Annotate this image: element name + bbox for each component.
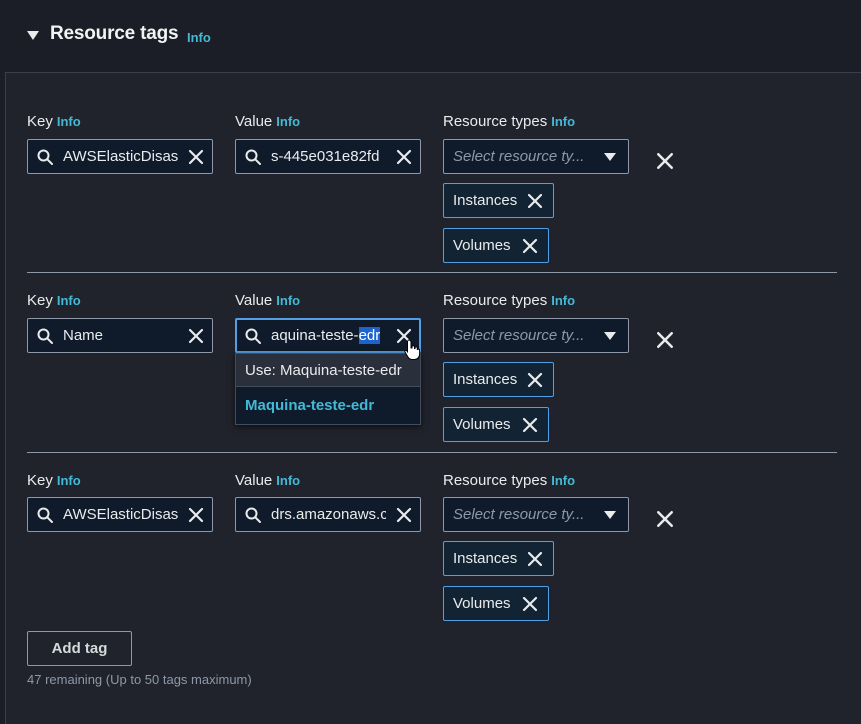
token-label: Volumes <box>453 595 511 612</box>
resource-types-info-link[interactable]: Info <box>551 293 575 308</box>
key-value: AWSElasticDisas <box>63 148 178 165</box>
search-icon <box>37 328 53 344</box>
value-info-link[interactable]: Info <box>276 114 300 129</box>
token-volumes: Volumes <box>443 586 549 621</box>
value-input-focused[interactable]: aquina-teste-edr <box>235 318 421 353</box>
search-icon <box>37 507 53 523</box>
clear-icon[interactable] <box>188 328 204 344</box>
select-placeholder: Select resource ty... <box>453 506 585 523</box>
value-info-link[interactable]: Info <box>276 473 300 488</box>
key-label: Key Info <box>27 472 81 489</box>
value-text: drs.amazonaws.c <box>271 506 386 523</box>
row-divider <box>27 272 837 273</box>
key-value: AWSElasticDisas <box>63 506 178 523</box>
value-label: Value Info <box>235 292 301 309</box>
suggestion-option[interactable]: Maquina-teste-edr <box>236 389 420 422</box>
dismiss-token-icon[interactable] <box>527 372 543 388</box>
dismiss-token-icon[interactable] <box>522 417 538 433</box>
caret-down-icon <box>604 511 616 519</box>
dismiss-token-icon[interactable] <box>527 551 543 567</box>
key-label: Key Info <box>27 113 81 130</box>
clear-icon[interactable] <box>396 149 412 165</box>
value-suggestions-dropdown: Use: Maquina-teste-edr Maquina-teste-edr <box>235 353 421 425</box>
value-input[interactable]: drs.amazonaws.c <box>235 497 421 532</box>
token-instances: Instances <box>443 362 554 397</box>
resource-types-select[interactable]: Select resource ty... <box>443 139 629 174</box>
token-volumes: Volumes <box>443 228 549 263</box>
dismiss-token-icon[interactable] <box>527 193 543 209</box>
collapse-caret-icon[interactable] <box>27 31 39 40</box>
caret-down-icon <box>604 153 616 161</box>
resource-types-select[interactable]: Select resource ty... <box>443 318 629 353</box>
key-label: Key Info <box>27 292 81 309</box>
search-icon <box>245 328 261 344</box>
key-info-link[interactable]: Info <box>57 293 81 308</box>
remaining-tags-text: 47 remaining (Up to 50 tags maximum) <box>27 672 252 687</box>
resource-types-label: Resource types Info <box>443 113 576 130</box>
key-input[interactable]: AWSElasticDisas <box>27 139 213 174</box>
search-icon <box>245 507 261 523</box>
key-input[interactable]: Name <box>27 318 213 353</box>
resource-tags-panel <box>5 0 861 724</box>
clear-icon[interactable] <box>188 507 204 523</box>
token-volumes: Volumes <box>443 407 549 442</box>
token-label: Volumes <box>453 237 511 254</box>
key-value: Name <box>63 327 104 344</box>
value-text-prefix: aquina-teste- <box>271 327 359 344</box>
value-text: s-445e031e82fd <box>271 148 380 165</box>
dismiss-token-icon[interactable] <box>522 596 538 612</box>
caret-down-icon <box>604 332 616 340</box>
clear-icon[interactable] <box>396 507 412 523</box>
resource-types-select[interactable]: Select resource ty... <box>443 497 629 532</box>
resource-types-label: Resource types Info <box>443 292 576 309</box>
value-text: aquina-teste-edr <box>271 327 387 344</box>
search-icon <box>37 149 53 165</box>
clear-icon[interactable] <box>188 149 204 165</box>
hand-pointer-icon <box>404 339 420 360</box>
token-instances: Instances <box>443 183 554 218</box>
section-info-link[interactable]: Info <box>187 30 211 45</box>
value-info-link[interactable]: Info <box>276 293 300 308</box>
remove-tag-icon[interactable] <box>656 152 674 170</box>
dismiss-token-icon[interactable] <box>522 238 538 254</box>
value-label: Value Info <box>235 472 301 489</box>
token-instances: Instances <box>443 541 554 576</box>
value-label: Value Info <box>235 113 301 130</box>
token-label: Volumes <box>453 416 511 433</box>
token-label: Instances <box>453 550 518 567</box>
key-input[interactable]: AWSElasticDisas <box>27 497 213 532</box>
remove-tag-icon[interactable] <box>656 510 674 528</box>
add-tag-button[interactable]: Add tag <box>27 631 132 666</box>
key-info-link[interactable]: Info <box>57 473 81 488</box>
key-info-link[interactable]: Info <box>57 114 81 129</box>
value-text-selection: edr <box>358 327 381 344</box>
select-placeholder: Select resource ty... <box>453 148 585 165</box>
resource-types-label: Resource types Info <box>443 472 576 489</box>
token-label: Instances <box>453 371 518 388</box>
resource-types-info-link[interactable]: Info <box>551 114 575 129</box>
resource-types-info-link[interactable]: Info <box>551 473 575 488</box>
search-icon <box>245 149 261 165</box>
select-placeholder: Select resource ty... <box>453 327 585 344</box>
section-title: Resource tags <box>50 23 179 44</box>
row-divider <box>27 452 837 453</box>
remove-tag-icon[interactable] <box>656 331 674 349</box>
value-input[interactable]: s-445e031e82fd <box>235 139 421 174</box>
token-label: Instances <box>453 192 518 209</box>
use-value-option[interactable]: Use: Maquina-teste-edr <box>236 354 420 387</box>
